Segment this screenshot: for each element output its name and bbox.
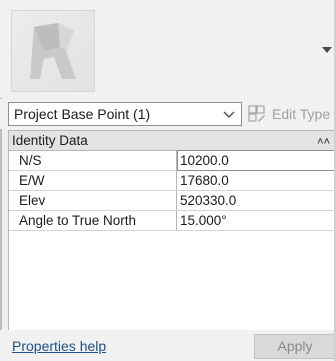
property-name: Angle to True North	[9, 211, 177, 230]
property-row-ns[interactable]: N/S 10200.0	[9, 150, 336, 171]
properties-palette: Project Base Point (1) Edit Type Identit…	[0, 0, 336, 361]
type-selector-value: Project Base Point (1)	[14, 106, 151, 122]
property-value[interactable]: 15.000°	[178, 211, 336, 230]
property-row-elev[interactable]: Elev 520330.0	[9, 191, 336, 211]
revit-family-icon	[30, 23, 76, 79]
dropdown-arrow-icon[interactable]	[322, 47, 332, 53]
property-name: Elev	[9, 191, 177, 210]
group-header-identity-data[interactable]: Identity Data ˄˄	[9, 131, 336, 151]
property-row-angle[interactable]: Angle to True North 15.000°	[9, 211, 336, 231]
property-name: N/S	[9, 151, 177, 170]
property-value-input[interactable]: 10200.0	[177, 150, 336, 171]
edit-type-icon	[248, 105, 266, 123]
type-selector-dropdown[interactable]: Project Base Point (1)	[8, 102, 242, 126]
apply-button[interactable]: Apply	[254, 334, 336, 359]
properties-help-link[interactable]: Properties help	[12, 338, 106, 354]
instance-selector-row: Project Base Point (1) Edit Type	[0, 99, 336, 129]
properties-grid: Identity Data ˄˄ N/S 10200.0 E/W 17680.0…	[8, 130, 336, 330]
type-thumbnail	[11, 10, 95, 92]
property-value[interactable]: 520330.0	[178, 191, 336, 210]
property-name: E/W	[9, 171, 177, 190]
collapse-icon[interactable]: ˄˄	[317, 132, 330, 152]
chevron-down-icon	[223, 111, 235, 119]
property-row-ew[interactable]: E/W 17680.0	[9, 171, 336, 191]
palette-footer: Properties help Apply	[0, 330, 336, 361]
edit-type-label: Edit Type	[272, 106, 331, 122]
edit-type-button[interactable]: Edit Type	[248, 102, 330, 126]
type-preview	[0, 0, 336, 98]
group-label: Identity Data	[12, 133, 88, 148]
property-value[interactable]: 17680.0	[178, 171, 336, 190]
